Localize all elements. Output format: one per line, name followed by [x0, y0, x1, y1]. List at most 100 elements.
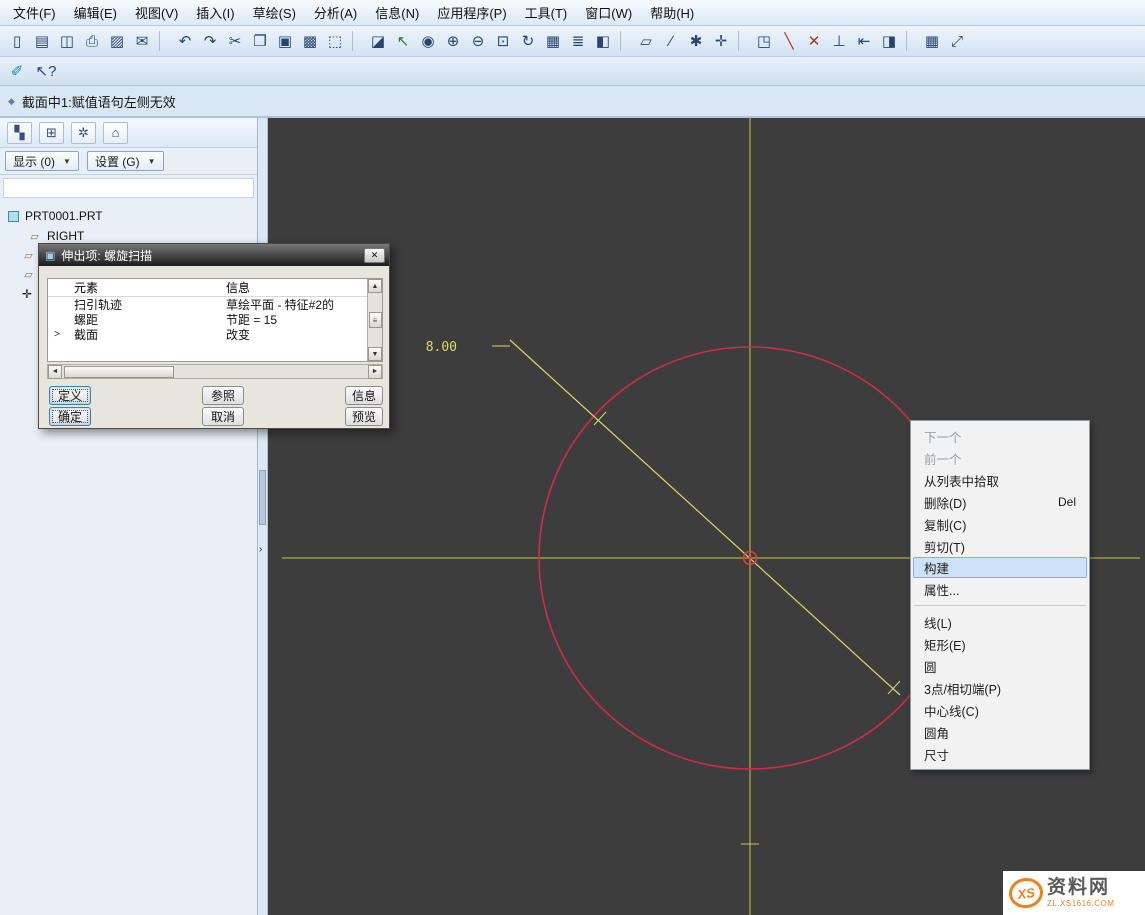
view-manager-icon[interactable]: ◧ [591, 30, 615, 53]
references-button[interactable]: 参照 [202, 386, 244, 405]
context-menu-item[interactable]: 构建 [913, 557, 1087, 578]
tree-columns-icon[interactable]: ▚ [7, 122, 32, 144]
context-menu-item[interactable]: 删除(D) Del [912, 491, 1088, 513]
context-menu-item-label: 矩形(E) [924, 635, 966, 654]
datum-point-toggle-icon[interactable]: ✱ [684, 30, 708, 53]
grid-icon[interactable]: ▦ [920, 30, 944, 53]
sketch-orient-icon[interactable]: ◳ [752, 30, 776, 53]
datum-plane-toggle-icon[interactable]: ▱ [634, 30, 658, 53]
context-help-icon[interactable]: ↖? [34, 60, 58, 83]
select-box-icon[interactable]: ⬚ [323, 30, 347, 53]
zoom-out-icon[interactable]: ⊖ [466, 30, 490, 53]
tree-filter-box[interactable] [3, 178, 254, 198]
panel-scrollbar[interactable]: › [258, 118, 268, 915]
scrollbar-thumb[interactable] [259, 470, 266, 525]
context-menu-item[interactable]: 3点/相切端(P) [912, 677, 1088, 699]
context-menu-item[interactable]: 圆 [912, 655, 1088, 677]
context-menu-item[interactable]: 线(L) [912, 611, 1088, 633]
line-tool-icon[interactable]: ╲ [777, 30, 801, 53]
scroll-right-icon[interactable]: ► [368, 365, 382, 379]
info-button[interactable]: 信息 [345, 386, 383, 405]
copy-icon[interactable]: ❐ [248, 30, 272, 53]
zoom-in-icon[interactable]: ⊕ [441, 30, 465, 53]
table-vertical-scrollbar[interactable]: ▲ ≡ ▼ [367, 279, 382, 361]
context-menu-item[interactable]: 尺寸 [912, 743, 1088, 765]
context-menu-item[interactable]: 中心线(C) [912, 699, 1088, 721]
print-setup-icon[interactable]: ▨ [105, 30, 129, 53]
open-folder-icon[interactable]: ▤ [30, 30, 54, 53]
zoom-fit-icon[interactable]: ⊡ [491, 30, 515, 53]
center-point-dot [748, 556, 752, 560]
menu-item[interactable]: 编辑(E) [65, 0, 126, 25]
context-menu-item[interactable]: 从列表中拾取 [912, 469, 1088, 491]
new-file-icon[interactable]: ▯ [5, 30, 29, 53]
context-menu-item[interactable]: 属性... [912, 578, 1088, 600]
scrollbar-thumb[interactable]: ≡ [369, 312, 382, 328]
dialog-title-bar[interactable]: ▣ 伸出项: 螺旋扫描 ✕ [39, 244, 389, 266]
undo-icon[interactable]: ↶ [173, 30, 197, 53]
datum-display-icon[interactable]: ◪ [366, 30, 390, 53]
saved-views-icon[interactable]: ▦ [541, 30, 565, 53]
context-menu-item[interactable]: 圆角 [912, 721, 1088, 743]
cancel-button[interactable]: 取消 [202, 407, 244, 426]
define-button[interactable]: 定义 [49, 386, 91, 405]
menu-item[interactable]: 应用程序(P) [428, 0, 515, 25]
scroll-left-icon[interactable]: ◄ [48, 365, 62, 379]
datum-axis-toggle-icon[interactable]: ∕ [659, 30, 683, 53]
scroll-down-icon[interactable]: ▼ [368, 347, 382, 361]
redo-icon[interactable]: ↷ [198, 30, 222, 53]
dimension-tool-icon[interactable]: ⇤ [852, 30, 876, 53]
paste-special-icon[interactable]: ▩ [298, 30, 322, 53]
menu-item[interactable]: 草绘(S) [244, 0, 305, 25]
display-dropdown[interactable]: 显示 (0) ▼ [5, 151, 79, 171]
constraints-icon[interactable]: ⊥ [827, 30, 851, 53]
favorites-icon[interactable]: ✲ [71, 122, 96, 144]
settings-dropdown[interactable]: 设置 (G) ▼ [87, 151, 164, 171]
menu-item[interactable]: 帮助(H) [641, 0, 703, 25]
panel-collapse-icon[interactable]: › [259, 545, 262, 555]
smart-select-icon[interactable]: ↖ [391, 30, 415, 53]
paste-icon[interactable]: ▣ [273, 30, 297, 53]
watermark-url: ZL.XS1616.COM [1047, 900, 1114, 908]
print-icon[interactable]: ⎙ [80, 30, 104, 53]
delete-segment-icon[interactable]: ✕ [802, 30, 826, 53]
find-icon[interactable]: ◉ [416, 30, 440, 53]
filter-icon[interactable]: ⌂ [103, 122, 128, 144]
context-menu-item[interactable]: 复制(C) [912, 513, 1088, 535]
fit-window-icon[interactable]: ⤢ [945, 30, 969, 53]
menu-item[interactable]: 文件(F) [4, 0, 65, 25]
close-icon[interactable]: ✕ [364, 248, 385, 263]
modify-icon[interactable]: ◨ [877, 30, 901, 53]
save-icon[interactable]: ◫ [55, 30, 79, 53]
table-horizontal-scrollbar[interactable]: ◄ ► [47, 364, 383, 379]
tree-item-root[interactable]: PRT0001.PRT [0, 206, 257, 226]
sketcher-icon[interactable]: ✐ [5, 60, 29, 83]
menu-item[interactable]: 视图(V) [126, 0, 187, 25]
context-menu-item[interactable]: 矩形(E) [912, 633, 1088, 655]
email-icon[interactable]: ✉ [130, 30, 154, 53]
csys-toggle-icon[interactable]: ✛ [709, 30, 733, 53]
repaint-icon[interactable]: ↻ [516, 30, 540, 53]
watermark: XS 资料网 ZL.XS1616.COM [1003, 871, 1145, 915]
scrollbar-thumb[interactable] [64, 366, 174, 378]
secondary-toolbar: ✐ ↖? [0, 57, 1145, 86]
menu-item[interactable]: 信息(N) [366, 0, 428, 25]
menu-item[interactable]: 插入(I) [187, 0, 243, 25]
preview-button[interactable]: 预览 [345, 407, 383, 426]
dimension-label[interactable]: 8.00 [426, 340, 457, 355]
scroll-up-icon[interactable]: ▲ [368, 279, 382, 293]
add-group-icon[interactable]: ⊞ [39, 122, 64, 144]
table-row[interactable]: > 截面 改变 [48, 327, 382, 342]
menu-item[interactable]: 分析(A) [305, 0, 366, 25]
menu-item[interactable]: 窗口(W) [576, 0, 641, 25]
table-row[interactable]: 螺距 节距 = 15 [48, 312, 382, 327]
ok-button[interactable]: 确定 [49, 407, 91, 426]
menu-item[interactable]: 工具(T) [516, 0, 577, 25]
context-menu-item-label: 尺寸 [924, 745, 949, 764]
cut-icon[interactable]: ✂ [223, 30, 247, 53]
tree-item-label: RIGHT [47, 229, 84, 243]
context-menu-item[interactable]: 剪切(T) [912, 535, 1088, 557]
context-menu-item-label: 属性... [924, 580, 959, 599]
layers-icon[interactable]: ≣ [566, 30, 590, 53]
table-row[interactable]: 扫引轨迹 草绘平面 - 特征#2的 [48, 297, 382, 312]
